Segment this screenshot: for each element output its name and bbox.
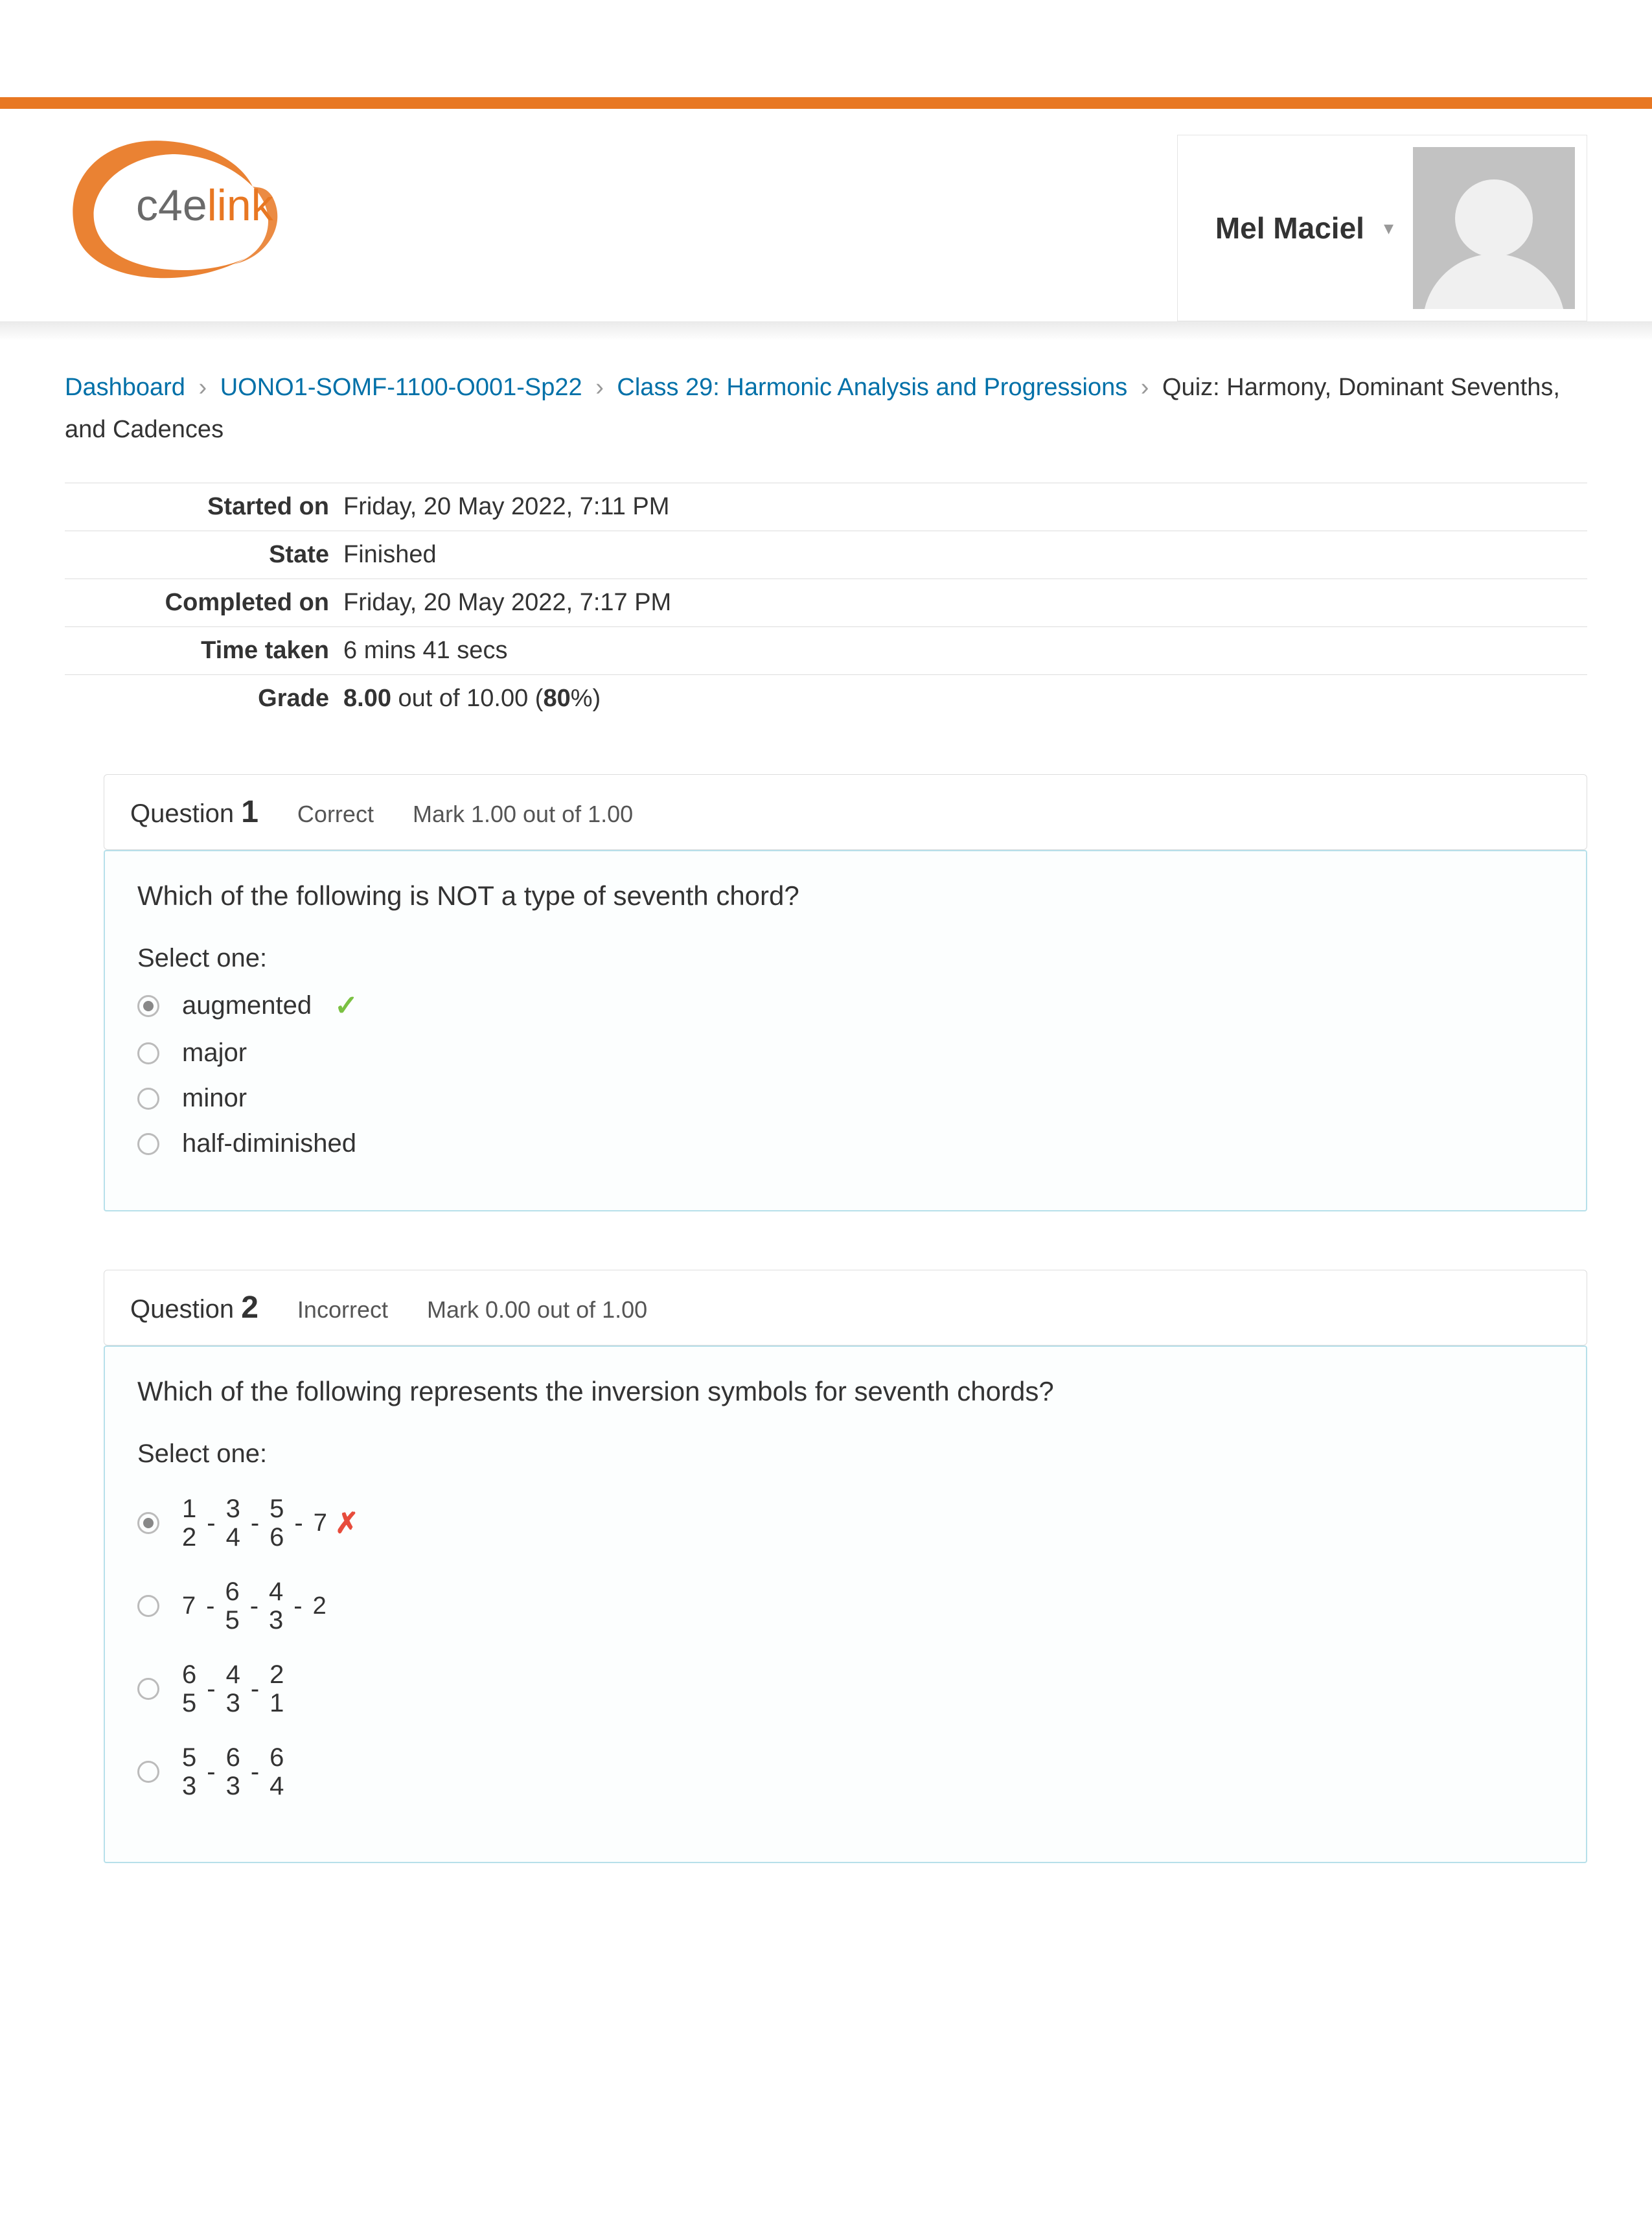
table-row: Started on Friday, 20 May 2022, 7:11 PM <box>65 483 1587 531</box>
summary-label: Started on <box>65 483 343 531</box>
table-row: Grade 8.00 out of 10.00 (80%) <box>65 675 1587 723</box>
attempt-summary-table: Started on Friday, 20 May 2022, 7:11 PM … <box>65 483 1587 722</box>
inversion-notation: 65 - 43 - 21 <box>182 1660 284 1717</box>
radio-icon <box>137 1042 159 1064</box>
grade-end: %) <box>571 685 601 712</box>
table-row: Time taken 6 mins 41 secs <box>65 627 1587 675</box>
question-number: Question 2 <box>130 1290 258 1325</box>
header-shadow <box>0 321 1652 341</box>
question-prompt: Which of the following represents the in… <box>137 1376 1554 1407</box>
user-name: Mel Maciel <box>1189 211 1364 246</box>
option-text: minor <box>182 1084 247 1113</box>
page: c4elink Mel Maciel ▾ Dashboard › UONO1-S… <box>0 97 1652 2235</box>
top-accent-bar <box>0 97 1652 109</box>
answer-option[interactable]: 7 - 65 - 43 - 2 <box>137 1577 1554 1634</box>
select-one-label: Select one: <box>137 944 1554 973</box>
radio-icon <box>137 995 159 1017</box>
radio-icon <box>137 1761 159 1783</box>
check-icon: ✓ <box>334 989 358 1022</box>
radio-icon <box>137 1088 159 1110</box>
logo-suffix: link <box>207 181 273 230</box>
summary-label: Time taken <box>65 627 343 675</box>
question-index: 2 <box>241 1290 258 1325</box>
answer-option[interactable]: 53 - 63 - 64 <box>137 1743 1554 1800</box>
summary-label: State <box>65 531 343 579</box>
question-index: 1 <box>241 795 258 829</box>
grade-pct: 80 <box>543 685 570 712</box>
answer-option[interactable]: 12 - 34 - 56 - 7 ✗ <box>137 1495 1554 1552</box>
logo-prefix: c4e <box>136 181 207 230</box>
question-status: Incorrect <box>297 1296 388 1324</box>
breadcrumb-sep: › <box>192 374 213 401</box>
cross-icon: ✗ <box>335 1507 359 1540</box>
table-row: Completed on Friday, 20 May 2022, 7:17 P… <box>65 579 1587 627</box>
radio-icon <box>137 1678 159 1700</box>
avatar <box>1413 147 1575 309</box>
summary-value: Finished <box>343 531 1587 579</box>
question-prompt: Which of the following is NOT a type of … <box>137 880 1554 911</box>
question-card: Question 1 Correct Mark 1.00 out of 1.00 <box>104 774 1587 850</box>
content: Dashboard › UONO1-SOMF-1100-O001-Sp22 › … <box>0 367 1652 1863</box>
option-text: augmented <box>182 991 312 1020</box>
breadcrumb-link[interactable]: UONO1-SOMF-1100-O001-Sp22 <box>220 374 582 401</box>
inversion-notation: 12 - 34 - 56 - 7 ✗ <box>182 1495 359 1552</box>
question-card: Question 2 Incorrect Mark 0.00 out of 1.… <box>104 1270 1587 1346</box>
grade-score: 8.00 <box>343 685 391 712</box>
question-body: Which of the following represents the in… <box>104 1346 1587 1863</box>
inversion-notation: 7 - 65 - 43 - 2 <box>182 1577 327 1634</box>
summary-value: Friday, 20 May 2022, 7:17 PM <box>343 579 1587 627</box>
user-menu[interactable]: Mel Maciel ▾ <box>1177 135 1587 321</box>
option-text: half-diminished <box>182 1129 356 1158</box>
select-one-label: Select one: <box>137 1439 1554 1469</box>
breadcrumb-link[interactable]: Class 29: Harmonic Analysis and Progress… <box>617 374 1127 401</box>
summary-grade: 8.00 out of 10.00 (80%) <box>343 675 1587 723</box>
question-mark: Mark 0.00 out of 1.00 <box>427 1296 647 1324</box>
summary-value: 6 mins 41 secs <box>343 627 1587 675</box>
summary-value: Friday, 20 May 2022, 7:11 PM <box>343 483 1587 531</box>
question-mark: Mark 1.00 out of 1.00 <box>413 801 633 828</box>
site-logo[interactable]: c4elink <box>39 128 324 284</box>
question-body: Which of the following is NOT a type of … <box>104 850 1587 1211</box>
breadcrumb-sep: › <box>589 374 610 401</box>
grade-mid: out of 10.00 ( <box>391 685 544 712</box>
answer-option[interactable]: minor <box>137 1084 1554 1113</box>
header: c4elink Mel Maciel ▾ <box>0 109 1652 321</box>
logo-text: c4elink <box>136 180 273 231</box>
question-label: Question <box>130 1295 241 1324</box>
breadcrumb-sep: › <box>1134 374 1156 401</box>
answer-option[interactable]: augmented ✓ <box>137 989 1554 1022</box>
radio-icon <box>137 1512 159 1534</box>
answer-option[interactable]: half-diminished <box>137 1129 1554 1158</box>
question-header: Question 2 Incorrect Mark 0.00 out of 1.… <box>104 1270 1587 1345</box>
breadcrumb-link[interactable]: Dashboard <box>65 374 185 401</box>
question-number: Question 1 <box>130 794 258 830</box>
answer-option[interactable]: 65 - 43 - 21 <box>137 1660 1554 1717</box>
breadcrumb: Dashboard › UONO1-SOMF-1100-O001-Sp22 › … <box>65 367 1587 450</box>
answer-option[interactable]: major <box>137 1038 1554 1068</box>
option-text: major <box>182 1038 247 1068</box>
table-row: State Finished <box>65 531 1587 579</box>
radio-icon <box>137 1133 159 1155</box>
question-status: Correct <box>297 801 374 828</box>
chevron-down-icon: ▾ <box>1384 217 1394 240</box>
question-header: Question 1 Correct Mark 1.00 out of 1.00 <box>104 775 1587 849</box>
summary-label: Grade <box>65 675 343 723</box>
summary-label: Completed on <box>65 579 343 627</box>
inversion-notation: 53 - 63 - 64 <box>182 1743 284 1800</box>
radio-icon <box>137 1595 159 1617</box>
question-label: Question <box>130 799 241 828</box>
